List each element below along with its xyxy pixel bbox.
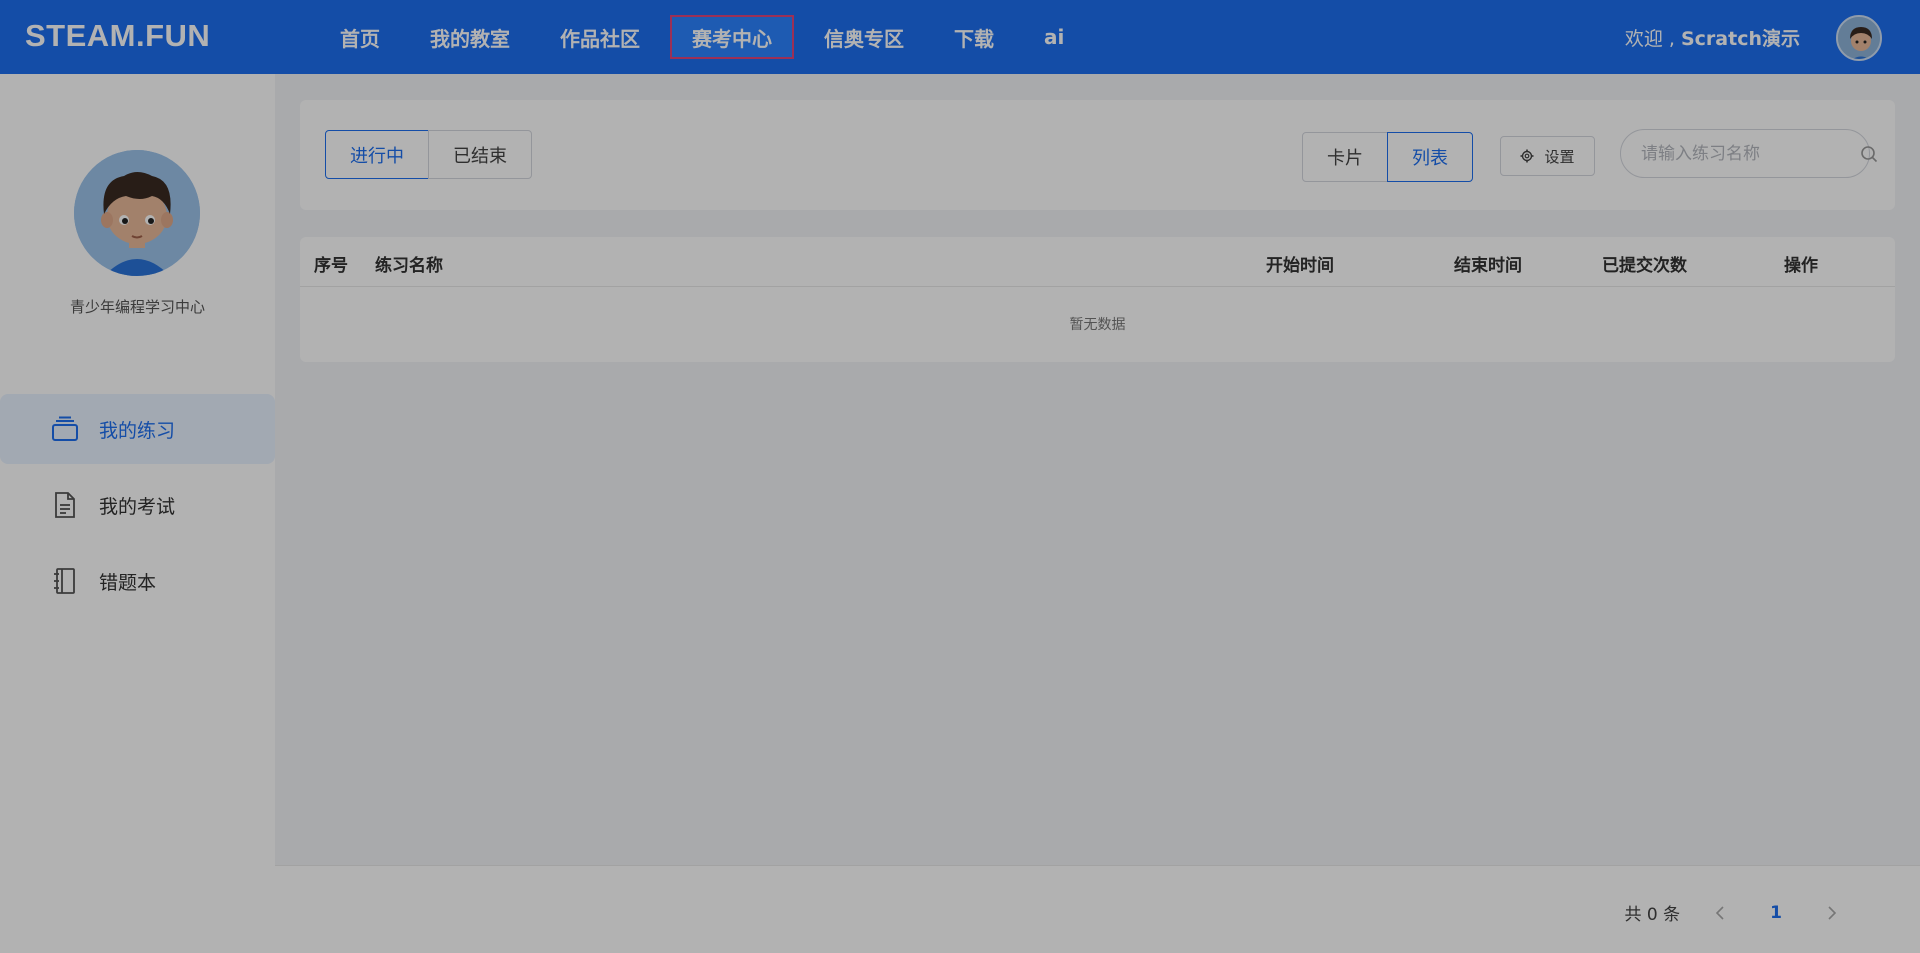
boy-avatar-icon — [1838, 17, 1880, 59]
settings-label: 设置 — [1544, 147, 1575, 166]
tab-ended[interactable]: 已结束 — [428, 130, 532, 179]
boy-avatar-icon — [74, 150, 200, 276]
nav-olympiad[interactable]: 信奥专区 — [804, 15, 924, 59]
view-list-button[interactable]: 列表 — [1387, 132, 1473, 182]
user-avatar[interactable] — [1836, 15, 1882, 61]
col-submit-count: 已提交次数 — [1602, 256, 1687, 276]
next-page-icon[interactable] — [1822, 905, 1842, 921]
sidebar-item-label: 错题本 — [99, 571, 157, 594]
profile-subtitle: 青少年编程学习中心 — [69, 298, 205, 316]
site-logo[interactable]: STEAM.FUN — [25, 18, 210, 54]
col-end-time: 结束时间 — [1454, 256, 1522, 276]
empty-state-text: 暂无数据 — [1069, 317, 1126, 333]
view-mode-tabs: 卡片 列表 — [1302, 132, 1473, 182]
document-icon — [52, 492, 78, 518]
pagination: 共 0 条 1 — [1625, 900, 1842, 925]
welcome-prefix: 欢迎 , — [1624, 28, 1681, 50]
settings-button[interactable]: 设置 — [1500, 136, 1595, 176]
nav-home[interactable]: 首页 — [320, 15, 400, 59]
sidebar-menu: 我的练习 我的考试 错题本 — [0, 394, 275, 622]
total-count: 共 0 条 — [1624, 905, 1681, 925]
col-actions: 操作 — [1784, 256, 1818, 276]
table-header: 序号 练习名称 开始时间 结束时间 已提交次数 操作 — [300, 237, 1895, 287]
nav-exam-center[interactable]: 赛考中心 — [670, 15, 794, 59]
nav-my-classroom[interactable]: 我的教室 — [410, 15, 530, 59]
top-navbar: STEAM.FUN 首页 我的教室 作品社区 赛考中心 信奥专区 下载 ai 欢… — [0, 0, 1920, 74]
sidebar-item-my-exams[interactable]: 我的考试 — [0, 470, 275, 540]
prev-page-icon[interactable] — [1710, 905, 1730, 921]
search-input[interactable] — [1621, 130, 1860, 177]
view-card-button[interactable]: 卡片 — [1302, 132, 1388, 182]
nav-download[interactable]: 下载 — [934, 15, 1014, 59]
sidebar: 青少年编程学习中心 我的练习 我的考试 错题本 — [0, 74, 275, 953]
main-nav: 首页 我的教室 作品社区 赛考中心 信奥专区 下载 ai — [320, 0, 1094, 74]
nav-community[interactable]: 作品社区 — [540, 15, 660, 59]
sidebar-item-my-practice[interactable]: 我的练习 — [0, 394, 275, 464]
page-number[interactable]: 1 — [1770, 903, 1782, 923]
filter-toolbar: 进行中 已结束 卡片 列表 设置 — [300, 100, 1895, 210]
search-box — [1620, 129, 1878, 178]
practice-table: 序号 练习名称 开始时间 结束时间 已提交次数 操作 暂无数据 — [300, 237, 1895, 362]
sidebar-item-label: 我的练习 — [99, 419, 176, 442]
pagination-bar: 共 0 条 1 — [275, 865, 1920, 953]
layers-icon — [52, 416, 78, 442]
status-tabs: 进行中 已结束 — [325, 130, 532, 179]
col-practice-name: 练习名称 — [375, 256, 443, 276]
sidebar-item-mistake-book[interactable]: 错题本 — [0, 546, 275, 616]
welcome-text: 欢迎 , Scratch演示 — [1625, 24, 1800, 51]
tab-in-progress[interactable]: 进行中 — [325, 130, 429, 179]
username[interactable]: Scratch演示 — [1681, 28, 1800, 50]
profile-avatar — [74, 150, 200, 276]
col-start-time: 开始时间 — [1266, 256, 1334, 276]
nav-ai[interactable]: ai — [1024, 15, 1084, 59]
search-icon[interactable] — [1860, 145, 1878, 163]
col-index: 序号 — [314, 256, 348, 276]
gear-icon — [1520, 149, 1534, 163]
notebook-icon — [52, 568, 78, 594]
sidebar-item-label: 我的考试 — [99, 495, 176, 518]
